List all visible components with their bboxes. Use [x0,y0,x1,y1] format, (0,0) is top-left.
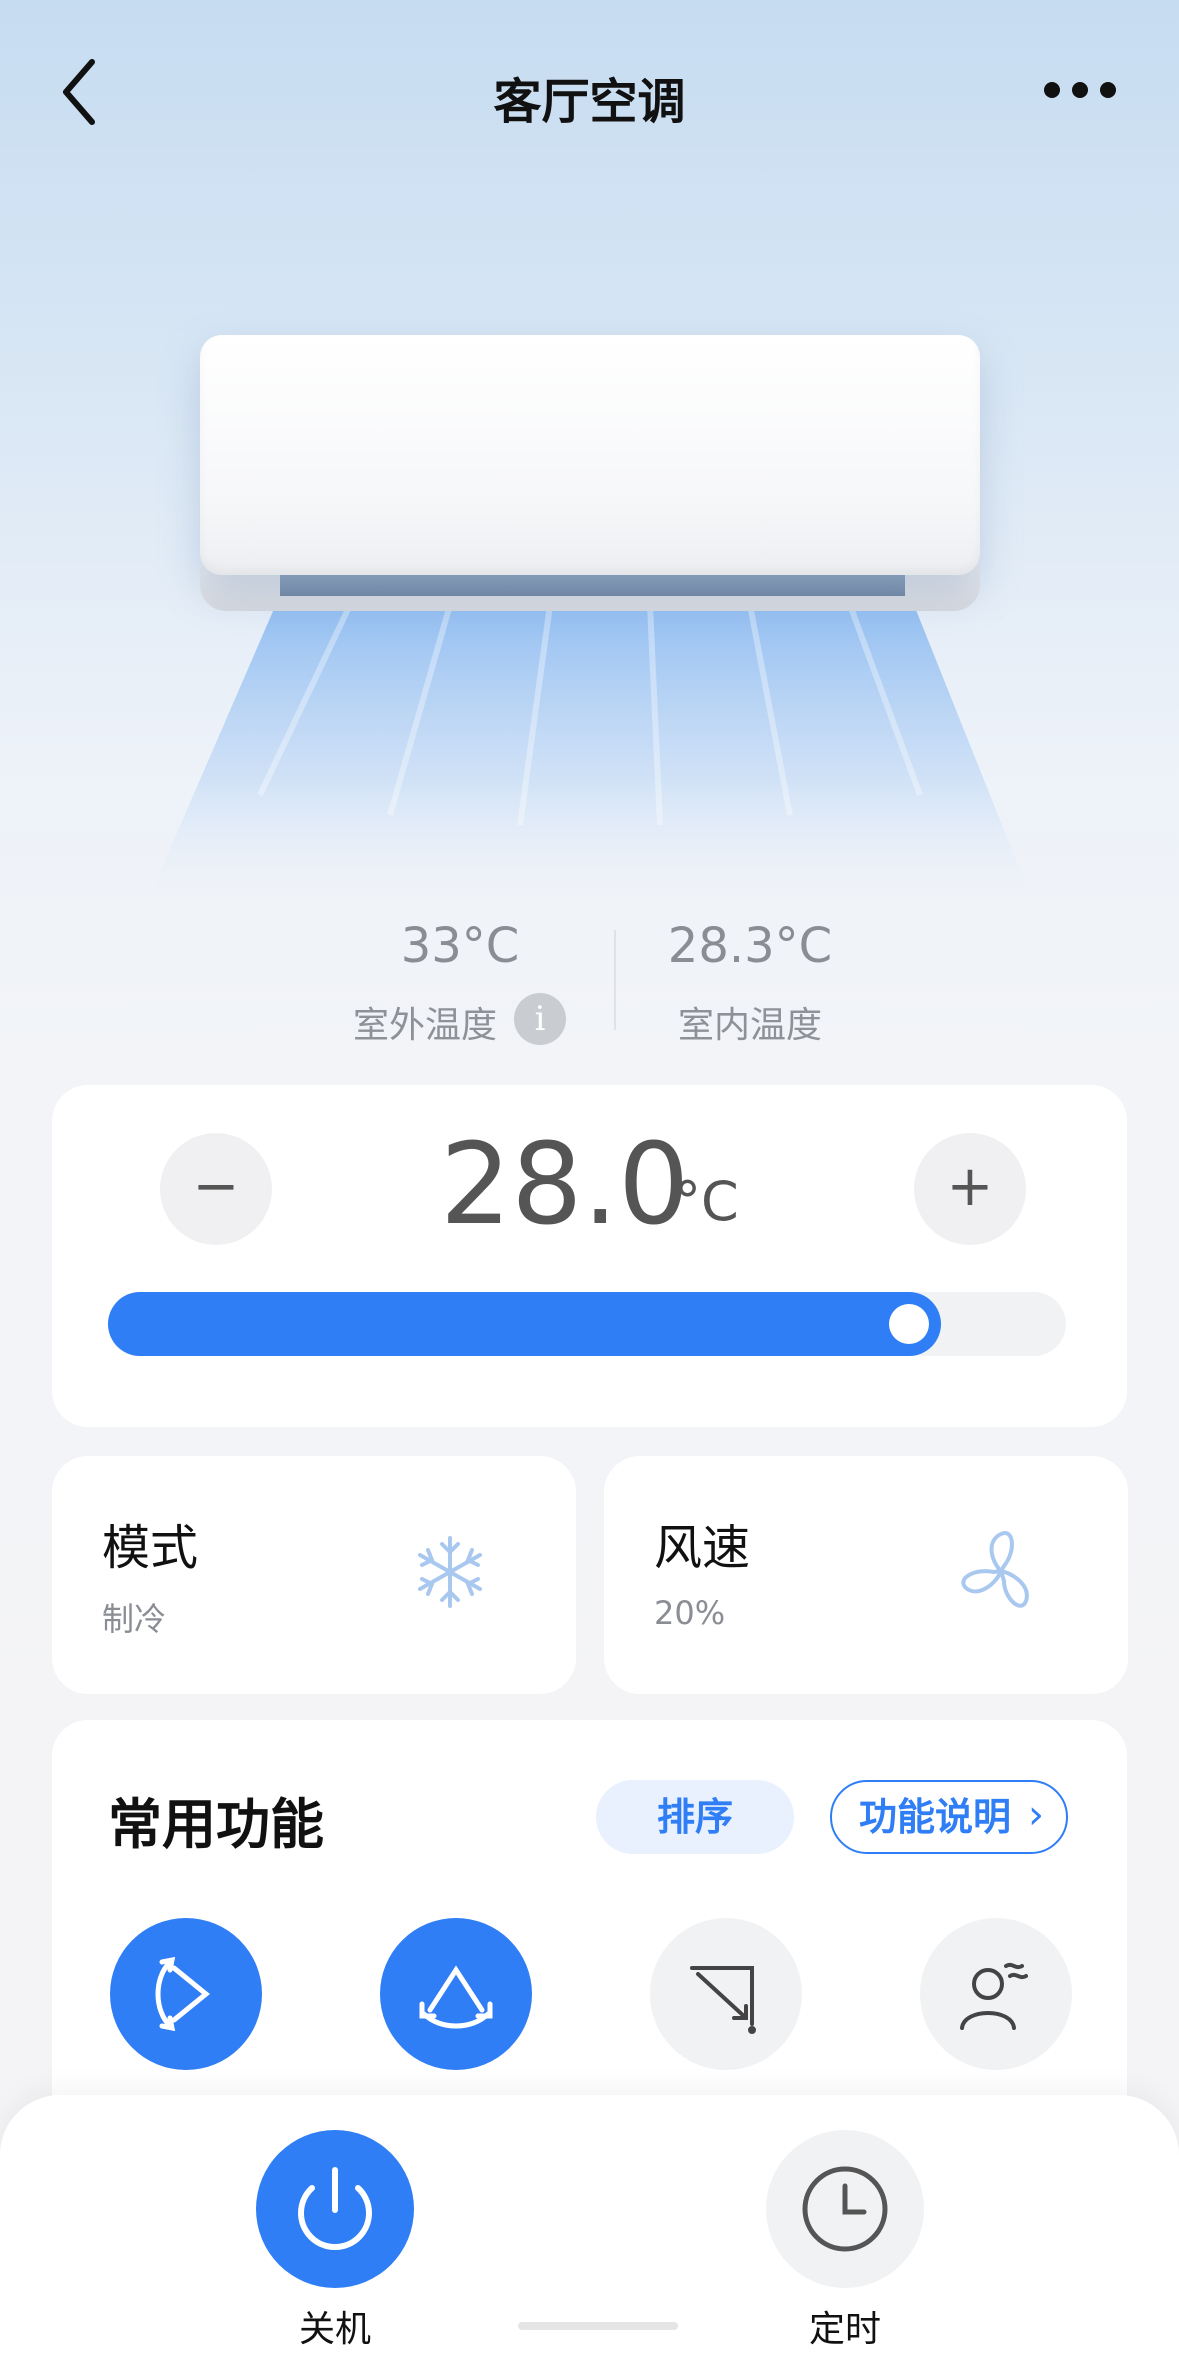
setpoint-value: 28.0 [440,1120,690,1250]
home-indicator [518,2322,678,2330]
power-icon [298,2167,372,2251]
swing-horizontal-icon [155,1956,210,2032]
more-button[interactable] [1040,70,1120,110]
more-dots-icon [1044,82,1116,98]
avoid-person-icon [960,1962,1028,2030]
outdoor-temperature: 33°C [400,918,520,974]
chevron-right-icon: › [1028,1792,1044,1838]
function-swing-vertical[interactable] [380,1918,532,2070]
fan-speed-title: 风速 [654,1520,751,1576]
temperature-divider [614,930,616,1030]
outdoor-temperature-label: 室外温度 [352,1005,497,1046]
snowflake-icon [418,1536,482,1608]
indoor-temperature: 28.3°C [667,918,833,974]
function-swing-horizontal[interactable] [110,1918,262,2070]
info-icon[interactable]: i [514,993,566,1045]
page-title: 客厅空调 [493,74,686,130]
power-label: 关机 [298,2309,371,2350]
timer-button[interactable] [766,2130,924,2288]
mode-value: 制冷 [102,1600,167,1638]
swing-vertical-icon [419,1965,493,2029]
clock-icon [802,2166,888,2252]
fan-speed-value: 20% [654,1594,726,1632]
ac-unit-illustration [200,335,980,575]
bottom-action-bar [0,2095,1179,2357]
setpoint-unit: °C [674,1170,739,1233]
temperature-slider-thumb[interactable] [889,1304,929,1344]
increase-temperature-button[interactable]: + [914,1133,1026,1245]
function-help-label: 功能说明 [858,1795,1011,1839]
fan-icon [961,1531,1029,1608]
common-functions-title: 常用功能 [108,1793,324,1856]
decrease-temperature-button[interactable]: − [160,1133,272,1245]
sort-button[interactable]: 排序 [596,1780,794,1854]
timer-label: 定时 [808,2309,881,2350]
indoor-temperature-label: 室内温度 [677,1005,822,1046]
function-avoid-person[interactable] [920,1918,1072,2070]
airflow-direction-icon [690,1966,756,2034]
temperature-slider-fill [108,1292,941,1356]
function-airflow-direction[interactable] [650,1918,802,2070]
mode-title: 模式 [102,1520,199,1576]
power-button[interactable] [256,2130,414,2288]
airflow-illustration [150,595,1030,895]
